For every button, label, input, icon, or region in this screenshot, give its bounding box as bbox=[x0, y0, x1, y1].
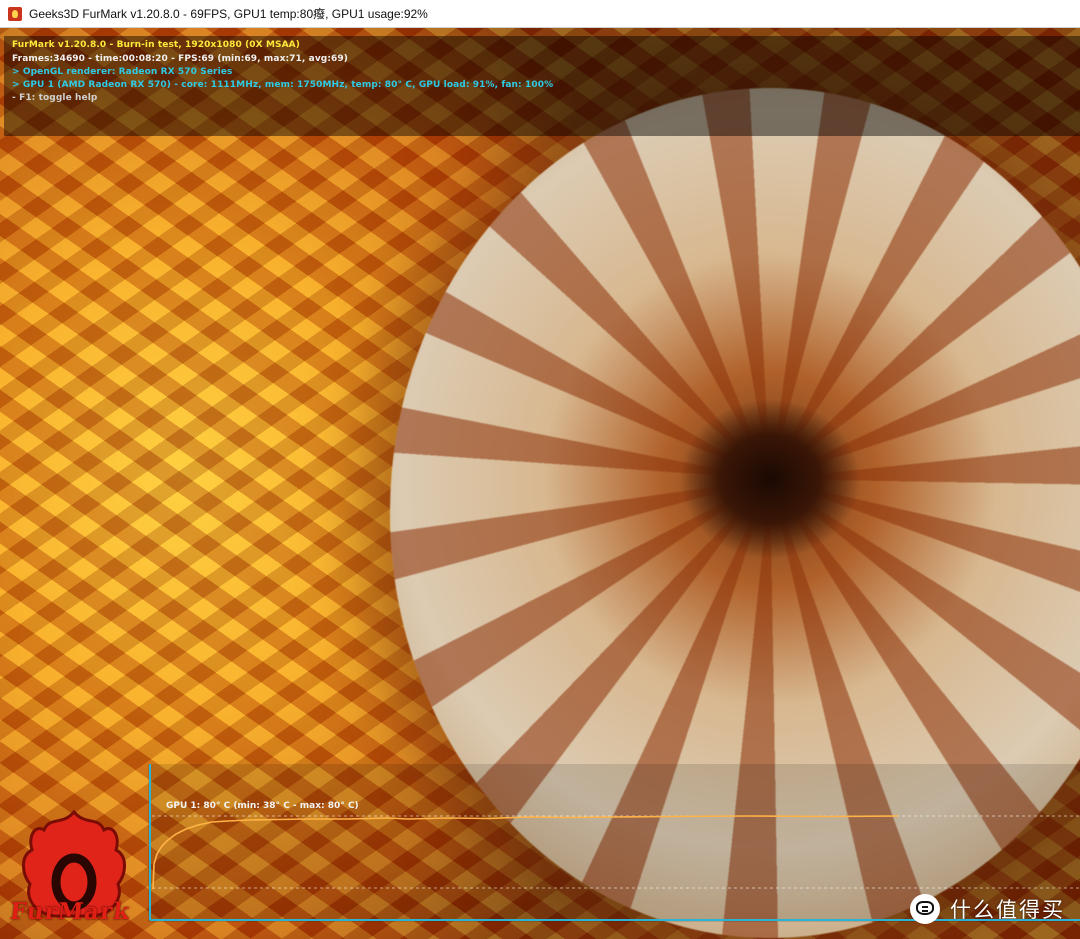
graph-label: GPU 1: 80° C (min: 38° C - max: 80° C) bbox=[166, 801, 359, 811]
watermark-text: 什么值得买 bbox=[950, 898, 1065, 922]
smzdm-face-icon bbox=[910, 894, 940, 924]
hud-frames-line: Frames:34690 - time:00:08:20 - FPS:69 (m… bbox=[12, 54, 348, 64]
hud-help-line: - F1: toggle help bbox=[12, 93, 98, 103]
title-bar[interactable]: Geeks3D FurMark v1.20.8.0 - 69FPS, GPU1 … bbox=[0, 0, 1080, 28]
hud-title-line: FurMark v1.20.8.0 - Burn-in test, 1920x1… bbox=[12, 40, 300, 50]
furmark-app-icon bbox=[8, 6, 22, 21]
hud-gpu-line: > GPU 1 (AMD Radeon RX 570) - core: 1111… bbox=[12, 80, 554, 90]
furmark-logo-text: FurMark bbox=[8, 898, 132, 925]
hud-renderer-line: > OpenGL renderer: Radeon RX 570 Series bbox=[12, 67, 233, 77]
furmark-window: Geeks3D FurMark v1.20.8.0 - 69FPS, GPU1 … bbox=[0, 0, 1080, 939]
hud-overlay: FurMark v1.20.8.0 - Burn-in test, 1920x1… bbox=[4, 36, 1080, 136]
watermark: 什么值得买 bbox=[910, 894, 1065, 924]
window-title: Geeks3D FurMark v1.20.8.0 - 69FPS, GPU1 … bbox=[29, 7, 428, 21]
